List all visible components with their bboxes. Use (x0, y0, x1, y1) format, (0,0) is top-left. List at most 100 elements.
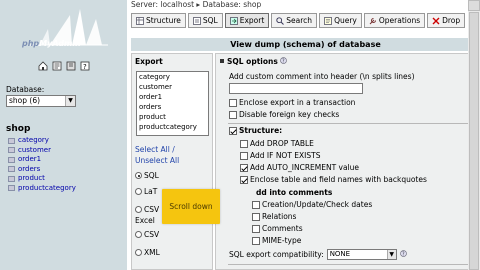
table-multiselect[interactable]: category customer order1 orders product … (136, 71, 209, 136)
drop-icon (432, 17, 440, 25)
scroll-thumb[interactable] (469, 12, 479, 270)
unselect-all-link[interactable]: Unselect All (135, 156, 179, 165)
checkbox-checked-icon (240, 163, 248, 172)
list-item[interactable]: order1 (8, 155, 76, 165)
format-csv-excel-radio[interactable]: CSV (135, 230, 159, 239)
export-title: Export (135, 57, 163, 66)
divider (228, 123, 468, 124)
compat-select[interactable]: NONE ▼ (326, 249, 397, 260)
enclose-backquotes-checkbox[interactable]: Enclose table and field names with backq… (240, 175, 427, 184)
checkbox-icon (252, 200, 260, 209)
checkbox-checked-icon (240, 175, 248, 184)
add-auto-increment-checkbox[interactable]: Add AUTO_INCREMENT value (240, 163, 359, 172)
creation-dates-checkbox[interactable]: Creation/Update/Check dates (252, 200, 372, 209)
db-name[interactable]: shop (6, 124, 30, 134)
format-latex-radio[interactable]: LaT (135, 187, 157, 196)
list-item[interactable]: orders (137, 102, 208, 112)
list-item[interactable]: product (8, 174, 76, 184)
tab-export[interactable]: Export (224, 13, 270, 28)
table-icon (8, 185, 15, 192)
database-select[interactable]: shop (6) ▼ (6, 95, 76, 107)
radio-icon (135, 206, 142, 213)
format-csv-radio[interactable]: CSV (135, 205, 159, 214)
compat-row: SQL export compatibility: NONE ▼ ? (229, 249, 407, 260)
table-icon (8, 166, 15, 173)
excel-label: Excel (135, 216, 155, 225)
home-icon[interactable] (38, 61, 48, 71)
tab-structure[interactable]: Structure (131, 13, 186, 28)
list-item[interactable]: category (137, 72, 208, 82)
docs-icon[interactable] (66, 61, 76, 71)
comment-label: Add custom comment into header (\n split… (229, 72, 415, 81)
list-item[interactable]: orders (8, 165, 76, 175)
checkbox-icon (252, 212, 260, 221)
checkbox-icon (240, 139, 248, 148)
scroll-down-tooltip: Scroll down (162, 189, 220, 224)
add-if-not-exists-checkbox[interactable]: Add IF NOT EXISTS (240, 151, 321, 160)
comments-checkbox[interactable]: Comments (252, 224, 303, 233)
mime-type-checkbox[interactable]: MIME-type (252, 236, 301, 245)
add-into-comments-label: dd into comments (256, 188, 333, 197)
tab-drop[interactable]: Drop (427, 13, 466, 28)
select-all-link[interactable]: Select All (135, 145, 170, 154)
help-icon[interactable]: ? (280, 57, 287, 66)
format-xml-radio[interactable]: XML (135, 248, 160, 257)
sidebar: phpMyAdmin ? Database: shop (6) ▼ shop c… (0, 0, 127, 270)
checkbox-icon (252, 236, 260, 245)
tab-sql[interactable]: SQL (187, 13, 223, 28)
export-panel: Export category customer order1 orders p… (131, 53, 213, 270)
square-bullet-icon (219, 57, 225, 66)
list-item[interactable]: category (8, 136, 76, 146)
query-icon (324, 16, 332, 25)
sql-icon (192, 16, 201, 25)
svg-text:?: ? (83, 63, 87, 71)
list-item[interactable]: productcategory (137, 122, 208, 132)
add-drop-table-checkbox[interactable]: Add DROP TABLE (240, 139, 314, 148)
help-icon[interactable]: ? (399, 250, 407, 259)
table-icon (8, 156, 15, 163)
chevron-down-icon: ▼ (65, 96, 75, 106)
list-item[interactable]: productcategory (8, 184, 76, 194)
svg-text:?: ? (402, 252, 405, 257)
compat-label: SQL export compatibility: (229, 250, 324, 259)
svg-text:?: ? (282, 59, 285, 64)
radio-icon (135, 249, 142, 256)
comment-input[interactable] (229, 83, 363, 94)
checkbox-checked-icon (229, 126, 237, 135)
table-icon (8, 175, 15, 182)
sql-options-header: SQL options ? (219, 57, 287, 66)
operations-icon (369, 17, 377, 25)
checkbox-icon (252, 224, 260, 233)
breadcrumb: Server: localhost ▸ Database: shop (131, 0, 262, 9)
database-label: Database: (6, 85, 45, 94)
scroll-up-icon[interactable] (468, 0, 480, 11)
tab-query[interactable]: Query (319, 13, 362, 28)
page-title: View dump (schema) of database (131, 38, 480, 51)
list-item[interactable]: order1 (137, 92, 208, 102)
radio-checked-icon (135, 172, 142, 179)
tab-operations[interactable]: Operations (363, 13, 426, 28)
enclose-transaction-checkbox[interactable]: Enclose export in a transaction (229, 98, 355, 107)
tab-search[interactable]: Search (271, 13, 318, 28)
list-item[interactable]: customer (8, 146, 76, 156)
list-item[interactable]: customer (137, 82, 208, 92)
table-icon (8, 137, 15, 144)
logo-text: phpMyAdmin (22, 39, 81, 48)
export-icon (229, 16, 238, 25)
help-icon[interactable]: ? (80, 61, 90, 71)
radio-icon (135, 188, 142, 195)
structure-checkbox[interactable]: Structure: (229, 126, 282, 135)
table-list: category customer order1 orders product … (8, 136, 76, 193)
radio-icon (135, 231, 142, 238)
sql-query-icon[interactable] (52, 61, 62, 71)
main-panel: Server: localhost ▸ Database: shop Struc… (127, 0, 480, 270)
checkbox-icon (229, 110, 237, 119)
sql-options-panel: SQL options ? Add custom comment into he… (215, 53, 480, 270)
vertical-scrollbar[interactable] (468, 0, 480, 270)
disable-fk-checkbox[interactable]: Disable foreign key checks (229, 110, 339, 119)
table-icon (8, 147, 15, 154)
format-sql-radio[interactable]: SQL (135, 171, 159, 180)
list-item[interactable]: product (137, 112, 208, 122)
chevron-down-icon: ▼ (386, 250, 396, 259)
relations-checkbox[interactable]: Relations (252, 212, 296, 221)
